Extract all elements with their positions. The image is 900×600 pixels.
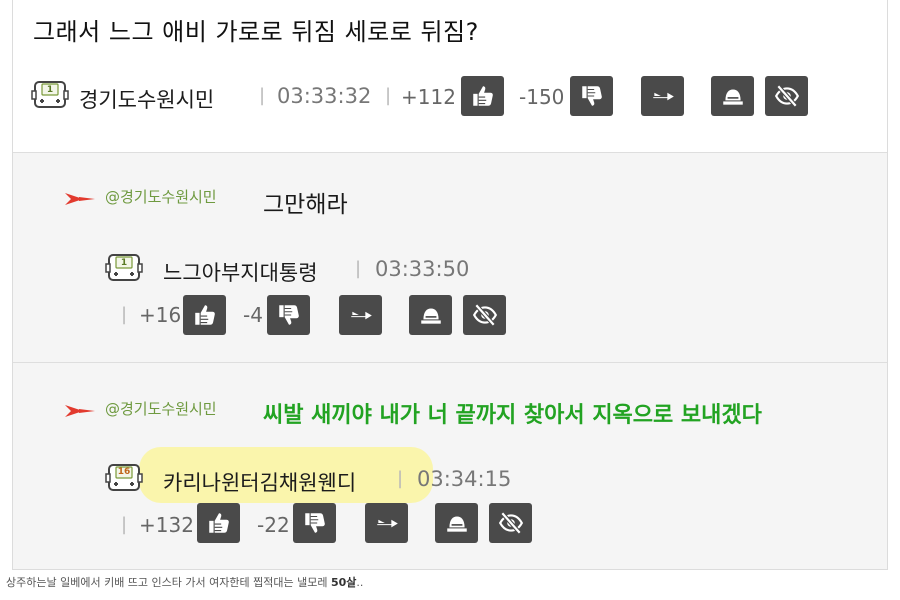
reply-icon: [650, 83, 676, 109]
upvote-count: +132: [139, 513, 194, 537]
comment-text: 그만해라: [263, 192, 348, 218]
reply-comment: @경기도수원시민 씨발 새끼야 내가 너 끝까지 찾아서 지옥으로 보내겠다 1…: [13, 362, 887, 569]
alarm-button[interactable]: [435, 503, 478, 543]
timestamp: 03:34:15: [417, 467, 512, 491]
reply-button[interactable]: [365, 503, 408, 543]
thumbs-down-icon: [276, 302, 302, 328]
level-badge-icon: 16: [105, 461, 143, 495]
separator: |: [121, 514, 128, 535]
timestamp: 03:33:32: [277, 84, 372, 108]
separator: |: [385, 85, 392, 106]
reply-arrow-icon: [65, 403, 95, 419]
reply-button[interactable]: [641, 76, 684, 116]
thumbs-up-icon: [470, 83, 496, 109]
comment-text: 씨발 새끼야 내가 너 끝까지 찾아서 지옥으로 보내겠다: [263, 403, 762, 428]
downvote-count: -22: [257, 513, 290, 537]
mention-link[interactable]: @경기도수원시민: [105, 398, 217, 419]
downvote-button[interactable]: [293, 503, 336, 543]
caption-text: 상주하는날 일베에서 키배 뜨고 인스타 가서 여자한테 찝적대는 낼모레: [6, 576, 331, 589]
reply-button[interactable]: [339, 295, 382, 335]
alarm-button[interactable]: [711, 76, 754, 116]
alarm-icon: [418, 302, 444, 328]
separator: |: [355, 258, 362, 279]
author-nickname[interactable]: 느그아부지대통령: [163, 257, 318, 287]
caption-tail: ..: [356, 576, 364, 589]
author-nickname[interactable]: 카리나윈터김채원웬디: [163, 467, 356, 497]
downvote-button[interactable]: [267, 295, 310, 335]
thumbs-up-icon: [192, 302, 218, 328]
hide-button[interactable]: [765, 76, 808, 116]
author-nickname[interactable]: 경기도수원시민: [79, 84, 214, 114]
level-number: 1: [46, 85, 54, 95]
upvote-button[interactable]: [197, 503, 240, 543]
separator: |: [259, 85, 266, 106]
downvote-button[interactable]: [570, 76, 613, 116]
alarm-button[interactable]: [409, 295, 452, 335]
level-badge-icon: 1: [31, 78, 69, 112]
caption-emphasis: 50살: [330, 576, 357, 589]
timestamp: 03:33:50: [375, 257, 470, 281]
image-caption: 상주하는날 일베에서 키배 뜨고 인스타 가서 여자한테 찝적대는 낼모레 50…: [6, 574, 363, 590]
reply-icon: [374, 510, 400, 536]
alarm-icon: [444, 510, 470, 536]
main-comment: 그래서 느그 애비 가로로 뒤짐 세로로 뒤짐? 1 경기도수원시민 | 03:…: [13, 0, 887, 152]
comment-thread: 그래서 느그 애비 가로로 뒤짐 세로로 뒤짐? 1 경기도수원시민 | 03:…: [12, 0, 888, 570]
downvote-count: -150: [519, 85, 565, 109]
reply-icon: [348, 302, 374, 328]
mention-link[interactable]: @경기도수원시민: [105, 186, 217, 207]
separator: |: [397, 468, 404, 489]
thumbs-up-icon: [206, 510, 232, 536]
level-badge-icon: 1: [105, 251, 143, 285]
upvote-button[interactable]: [461, 76, 504, 116]
thumbs-down-icon: [579, 83, 605, 109]
alarm-icon: [720, 83, 746, 109]
upvote-count: +16: [139, 303, 182, 327]
thumbs-down-icon: [302, 510, 328, 536]
level-number: 16: [117, 467, 131, 477]
hide-icon: [774, 83, 800, 109]
upvote-count: +112: [401, 85, 456, 109]
level-number: 1: [120, 258, 128, 268]
upvote-button[interactable]: [183, 295, 226, 335]
comment-text: 그래서 느그 애비 가로로 뒤짐 세로로 뒤짐?: [33, 18, 479, 46]
downvote-count: -4: [243, 303, 263, 327]
reply-comment: @경기도수원시민 그만해라 1 느그아부지대통령 | 03:33:50 | +1…: [13, 152, 887, 362]
reply-arrow-icon: [65, 191, 95, 207]
hide-icon: [472, 302, 498, 328]
separator: |: [121, 304, 128, 325]
hide-button[interactable]: [489, 503, 532, 543]
hide-icon: [498, 510, 524, 536]
hide-button[interactable]: [463, 295, 506, 335]
